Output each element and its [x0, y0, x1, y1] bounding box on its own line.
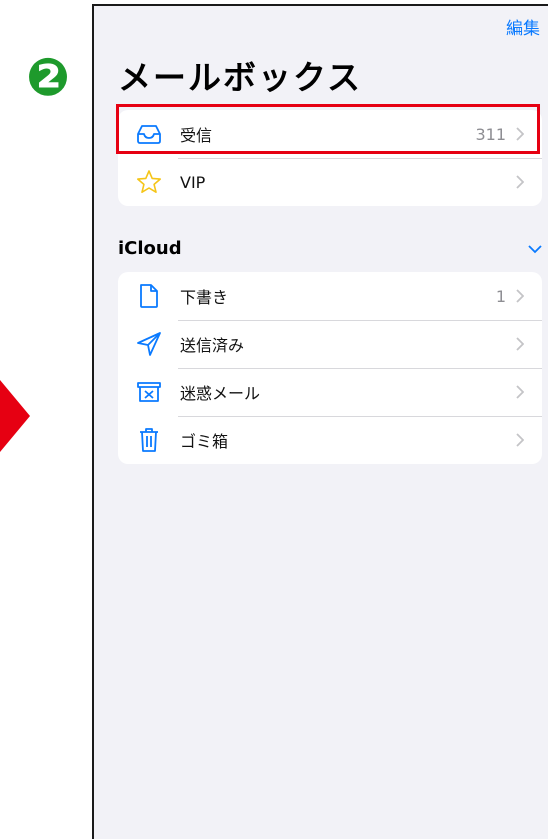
chevron-right-icon	[516, 384, 526, 400]
edit-button[interactable]: 編集	[506, 14, 540, 39]
chevron-right-icon	[516, 432, 526, 448]
mailbox-vip[interactable]: VIP	[118, 158, 542, 206]
icloud-section-header[interactable]: iCloud	[118, 234, 542, 262]
mailbox-junk-label: 迷惑メール	[180, 384, 261, 403]
trash-icon	[134, 425, 164, 455]
tutorial-stage: ❷ 編集 メールボックス 受信 311 VIP iCloud 下書き 1 送信済…	[0, 0, 548, 839]
icloud-section-title: iCloud	[118, 237, 182, 259]
mailbox-drafts-count: 1	[495, 286, 506, 306]
mailbox-drafts[interactable]: 下書き 1	[118, 272, 542, 320]
paper-plane-icon	[134, 329, 164, 359]
chevron-right-icon	[516, 336, 526, 352]
junk-box-icon	[134, 377, 164, 407]
chevron-down-icon	[528, 239, 542, 258]
chevron-right-icon	[516, 174, 526, 190]
mailbox-inbox-label: 受信	[180, 126, 213, 145]
icloud-mailbox-list: 下書き 1 送信済み 迷惑メール ゴミ箱	[118, 272, 542, 464]
mailbox-sent[interactable]: 送信済み	[118, 320, 542, 368]
mailbox-drafts-label: 下書き	[180, 288, 229, 307]
mailbox-vip-label: VIP	[180, 172, 206, 192]
page-title: メールボックス	[118, 58, 363, 97]
mailbox-inbox[interactable]: 受信 311	[118, 110, 542, 158]
red-arrow-indicator	[0, 380, 30, 452]
mailbox-inbox-count: 311	[475, 124, 506, 144]
mailbox-trash[interactable]: ゴミ箱	[118, 416, 542, 464]
step-number-badge: ❷	[25, 48, 71, 108]
document-icon	[134, 281, 164, 311]
mailbox-sent-label: 送信済み	[180, 336, 245, 355]
mailbox-trash-label: ゴミ箱	[180, 432, 229, 451]
inbox-tray-icon	[134, 119, 164, 149]
mailbox-list-primary: 受信 311 VIP	[118, 110, 542, 206]
chevron-right-icon	[516, 126, 526, 142]
chevron-right-icon	[516, 288, 526, 304]
star-icon	[134, 167, 164, 197]
mail-app-screen: 編集 メールボックス 受信 311 VIP iCloud 下書き 1 送信済み …	[92, 4, 548, 839]
mailbox-junk[interactable]: 迷惑メール	[118, 368, 542, 416]
